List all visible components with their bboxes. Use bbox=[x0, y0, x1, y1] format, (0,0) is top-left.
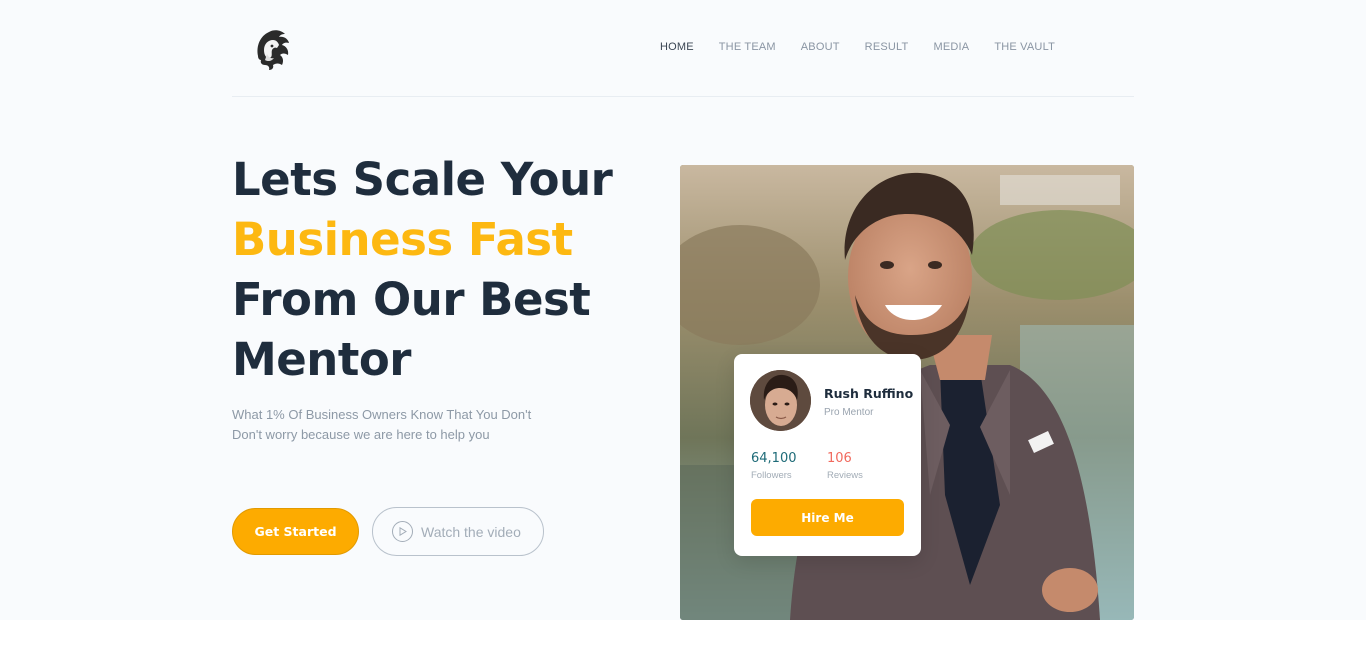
hero-title-line-1: Lets Scale Your bbox=[232, 153, 613, 206]
followers-count: 64,100 bbox=[751, 451, 797, 466]
hero-title-line-4: Mentor bbox=[232, 333, 411, 386]
hero-title: Lets Scale Your Business Fast From Our B… bbox=[232, 150, 652, 390]
hero-subtitle-line-2: Don't worry because we are here to help … bbox=[232, 427, 490, 442]
nav-result[interactable]: RESULT bbox=[865, 41, 909, 53]
hero-subtitle-line-1: What 1% Of Business Owners Know That You… bbox=[232, 407, 532, 422]
mentor-avatar bbox=[750, 370, 811, 431]
nav-about[interactable]: ABOUT bbox=[801, 41, 840, 53]
reviews-label: Reviews bbox=[827, 470, 863, 481]
site-header: HOME THE TEAM ABOUT RESULT MEDIA THE VAU… bbox=[232, 0, 1134, 97]
nav-the-team[interactable]: THE TEAM bbox=[719, 41, 776, 53]
followers-label: Followers bbox=[751, 470, 792, 481]
mentor-card: Rush Ruffino Pro Mentor 64,100 Followers… bbox=[734, 354, 921, 556]
lion-logo-icon[interactable] bbox=[250, 26, 296, 72]
hero-title-line-3: From Our Best bbox=[232, 273, 591, 326]
watch-video-button[interactable]: Watch the video bbox=[372, 507, 544, 556]
play-icon bbox=[392, 521, 413, 542]
hire-me-button[interactable]: Hire Me bbox=[751, 499, 904, 536]
mentor-role: Pro Mentor bbox=[824, 407, 874, 418]
main-nav: HOME THE TEAM ABOUT RESULT MEDIA THE VAU… bbox=[635, 41, 1055, 53]
get-started-button[interactable]: Get Started bbox=[232, 508, 359, 555]
nav-the-vault[interactable]: THE VAULT bbox=[994, 41, 1055, 53]
nav-media[interactable]: MEDIA bbox=[933, 41, 969, 53]
reviews-count: 106 bbox=[827, 451, 852, 466]
mentor-name: Rush Ruffino bbox=[824, 386, 914, 401]
watch-video-label: Watch the video bbox=[421, 523, 521, 540]
hero-subtitle: What 1% Of Business Owners Know That You… bbox=[232, 405, 592, 445]
hero-title-accent: Business Fast bbox=[232, 213, 573, 266]
nav-home[interactable]: HOME bbox=[660, 41, 694, 53]
